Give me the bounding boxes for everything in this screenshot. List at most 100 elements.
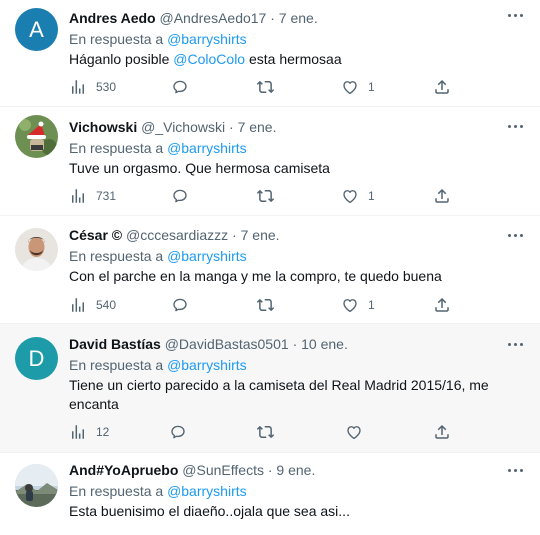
mention-link[interactable]: @ColoColo	[173, 51, 245, 67]
retweet-button[interactable]	[256, 422, 275, 442]
avatar[interactable]: D	[15, 337, 58, 380]
more-icon[interactable]	[505, 230, 525, 240]
tweet-text-part: esta hermosaa	[245, 51, 342, 67]
views-count: 540	[96, 298, 117, 312]
views-button[interactable]: 12	[69, 422, 109, 442]
tweet-header: Andres Aedo @AndresAedo17 · 7 ene.	[69, 8, 520, 28]
views-count: 731	[96, 189, 117, 203]
display-name[interactable]: Vichowski	[69, 119, 137, 135]
like-button[interactable]: 1	[341, 186, 375, 206]
tweet-text: Háganlo posible @ColoColo esta hermosaa	[69, 50, 520, 69]
views-icon	[72, 425, 84, 439]
reply-icon	[171, 425, 185, 439]
avatar-image	[15, 228, 58, 271]
like-button[interactable]	[345, 422, 363, 442]
separator-dot: ·	[292, 336, 298, 352]
action-bar: 12	[69, 422, 460, 442]
likes-count: 1	[368, 189, 375, 203]
share-button[interactable]	[433, 422, 451, 442]
views-button[interactable]: 731	[69, 186, 116, 206]
reply-to-link[interactable]: @barryshirts	[167, 140, 247, 156]
action-bar: 530 1	[69, 77, 460, 97]
reply-button[interactable]	[171, 295, 189, 315]
tweet-text: Esta buenisimo el diaeño..ojala que sea …	[69, 503, 350, 519]
share-button[interactable]	[433, 186, 451, 206]
more-icon[interactable]	[505, 339, 525, 349]
separator-dot: ·	[267, 462, 273, 478]
tweet-date[interactable]: 7 ene.	[241, 227, 280, 243]
avatar-image	[15, 464, 58, 507]
tweet[interactable]: César © @cccesardiazzz · 7 ene. En respu…	[0, 216, 540, 324]
reply-button[interactable]	[169, 422, 187, 442]
more-icon[interactable]	[505, 10, 525, 20]
reply-context: En respuesta a @barryshirts	[69, 481, 520, 501]
reply-prefix: En respuesta a	[69, 248, 164, 264]
separator-dot: ·	[270, 10, 275, 26]
like-icon	[347, 426, 361, 440]
tweet[interactable]: And#YoApruebo @SunEffects · 9 ene. En re…	[0, 453, 540, 535]
avatar[interactable]	[15, 115, 58, 158]
handle[interactable]: @cccesardiazzz	[126, 227, 228, 243]
share-icon	[435, 297, 449, 312]
retweet-icon	[256, 425, 275, 439]
reply-to-link[interactable]: @barryshirts	[167, 483, 247, 499]
views-button[interactable]: 540	[69, 295, 116, 315]
handle[interactable]: @AndresAedo17	[160, 10, 267, 26]
action-bar: 540 1	[69, 295, 460, 315]
reply-context: En respuesta a @barryshirts	[69, 29, 520, 49]
tweet-content: César © @cccesardiazzz · 7 ene. En respu…	[69, 225, 520, 286]
views-count: 530	[96, 80, 117, 94]
reply-button[interactable]	[171, 186, 189, 206]
like-icon	[343, 81, 357, 95]
retweet-icon	[256, 189, 275, 203]
likes-count: 1	[368, 80, 375, 94]
share-button[interactable]	[433, 77, 451, 97]
display-name[interactable]: And#YoApruebo	[69, 462, 178, 478]
reply-button[interactable]	[171, 77, 189, 97]
tweet[interactable]: D David Bastías @DavidBastas0501 · 10 en…	[0, 324, 540, 453]
reply-icon	[173, 80, 187, 94]
display-name[interactable]: César ©	[69, 227, 122, 243]
handle[interactable]: @_Vichowski	[141, 119, 225, 135]
reply-to-link[interactable]: @barryshirts	[167, 31, 247, 47]
avatar[interactable]: A	[15, 8, 58, 51]
tweet[interactable]: Vichowski @_Vichowski · 7 ene. En respue…	[0, 107, 540, 216]
like-button[interactable]: 1	[341, 295, 375, 315]
like-icon	[343, 299, 357, 313]
retweet-button[interactable]	[256, 186, 275, 206]
retweet-button[interactable]	[256, 77, 275, 97]
tweet-date[interactable]: 7 ene.	[238, 119, 277, 135]
handle[interactable]: @SunEffects	[182, 462, 264, 478]
tweet-date[interactable]: 9 ene.	[276, 462, 315, 478]
tweet-text-part: Háganlo posible	[69, 51, 174, 67]
tweet[interactable]: A Andres Aedo @AndresAedo17 · 7 ene. En …	[0, 0, 540, 107]
retweet-button[interactable]	[256, 295, 275, 315]
action-bar: 731 1	[69, 186, 460, 206]
handle[interactable]: @DavidBastas0501	[165, 336, 289, 352]
like-icon	[343, 190, 357, 204]
views-button[interactable]: 530	[69, 77, 116, 97]
replies-feed: A Andres Aedo @AndresAedo17 · 7 ene. En …	[0, 0, 540, 535]
more-icon[interactable]	[505, 121, 525, 131]
views-count: 12	[96, 425, 110, 439]
more-icon[interactable]	[505, 465, 525, 475]
reply-prefix: En respuesta a	[69, 357, 164, 373]
share-button[interactable]	[433, 295, 451, 315]
avatar[interactable]	[15, 228, 58, 271]
retweet-icon	[256, 80, 275, 94]
tweet-date[interactable]: 7 ene.	[279, 10, 318, 26]
tweet-date[interactable]: 10 ene.	[301, 336, 348, 352]
avatar-letter: A	[29, 16, 44, 42]
reply-to-link[interactable]: @barryshirts	[167, 248, 247, 264]
separator-dot: ·	[232, 227, 237, 243]
share-icon	[435, 79, 449, 94]
avatar[interactable]	[15, 464, 58, 507]
tweet-text: Con el parche en la manga y me la compro…	[69, 268, 442, 284]
tweet-content: David Bastías @DavidBastas0501 · 10 ene.…	[69, 334, 520, 414]
reply-to-link[interactable]: @barryshirts	[167, 357, 247, 373]
display-name[interactable]: David Bastías	[69, 336, 161, 352]
tweet-text: Tuve un orgasmo. Que hermosa camiseta	[69, 160, 330, 176]
tweet-header: César © @cccesardiazzz · 7 ene.	[69, 225, 520, 245]
like-button[interactable]: 1	[341, 77, 375, 97]
display-name[interactable]: Andres Aedo	[69, 10, 156, 26]
